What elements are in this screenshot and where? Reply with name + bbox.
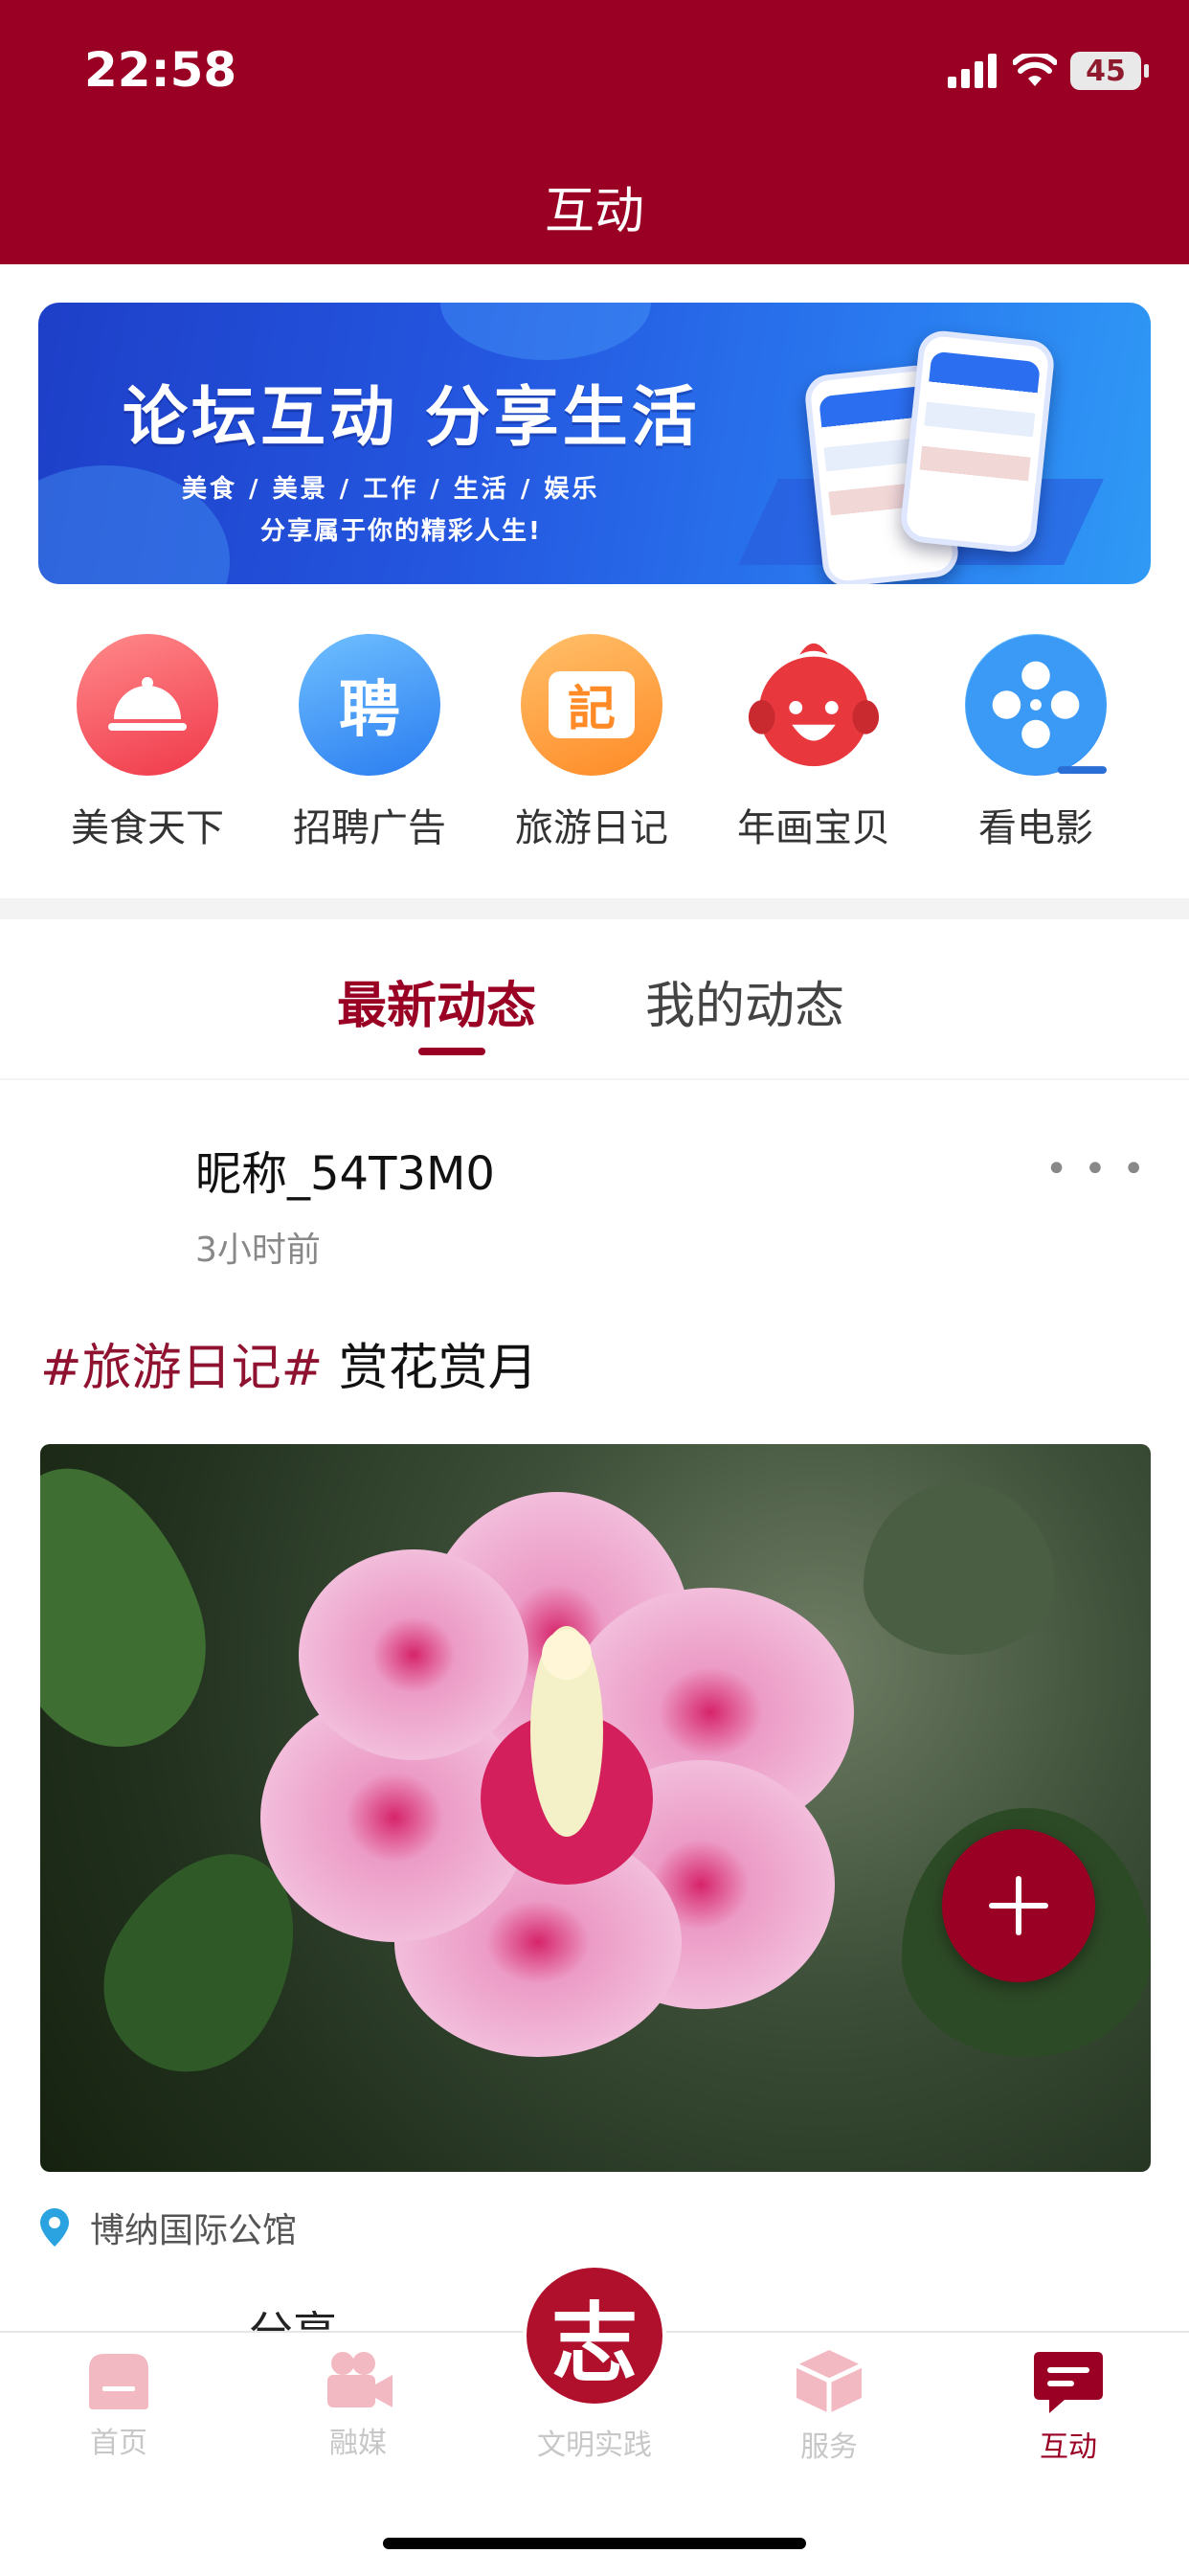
cloche-icon [77,634,218,776]
post-time: 3小时前 [195,1231,321,1270]
nav-service[interactable]: 服务 [752,2348,906,2465]
category-new-year-doll[interactable]: 年画宝贝 [718,634,909,852]
battery-icon: 45 [1070,52,1149,90]
post-location[interactable]: 博纳国际公馆 [40,2203,297,2252]
nav-label: 融媒 [329,2427,387,2460]
nav-label: 首页 [90,2427,147,2460]
category-label: 年画宝贝 [737,806,890,850]
feed-divider [0,1078,1189,1080]
post-text: 赏花赏月 [323,1340,538,1397]
service-box-icon [795,2350,864,2413]
nav-civilization-practice[interactable]: 志 [523,2264,666,2407]
category-label: 招聘广告 [293,806,446,850]
page-title: 互动 [544,183,644,240]
location-pin-icon [40,2208,69,2247]
wifi-icon [1013,54,1057,86]
banner-slogan: 分享属于你的精彩人生! [260,517,542,546]
tab-mine[interactable]: 我的动态 [645,965,844,1037]
category-movie[interactable]: 看电影 [940,634,1132,852]
category-label: 看电影 [978,806,1093,850]
tab-latest[interactable]: 最新动态 [337,965,536,1037]
signal-icon [948,54,997,88]
nav-home[interactable]: 首页 [42,2348,195,2461]
travel-diary-icon: 記 [521,634,662,776]
location-text: 博纳国际公馆 [90,2211,298,2250]
recruit-icon: 聘 [299,634,440,776]
banner-title: 论坛互动 分享生活 [123,380,701,456]
category-label: 美食天下 [71,806,224,850]
category-travel-diary[interactable]: 記 旅游日记 [496,634,687,852]
new-year-doll-icon [743,634,885,776]
post-hashtag[interactable]: #旅游日记# [40,1340,323,1397]
flower-image [260,1492,854,2057]
film-reel-icon [965,634,1107,776]
chat-icon [1034,2352,1103,2413]
home-indicator [383,2538,806,2549]
section-divider [0,898,1189,919]
status-time: 22:58 [84,42,237,98]
nav-media[interactable]: 融媒 [281,2348,435,2461]
category-recruit[interactable]: 聘 招聘广告 [274,634,465,852]
phone-illustration [898,328,1057,554]
more-options-icon[interactable]: • • • [1045,1147,1147,1191]
plus-icon [989,1876,1048,1935]
banner-subtitle: 美食 / 美景 / 工作 / 生活 / 娱乐 [182,475,600,504]
zhi-logo-icon: 志 [527,2268,662,2404]
nav-label: 文明实践 [537,2429,652,2462]
tab-active-indicator [418,1048,485,1055]
post-nickname[interactable]: 昵称_54T3M0 [195,1136,495,1203]
nav-interaction[interactable]: 互动 [992,2348,1145,2465]
promo-banner[interactable]: 论坛互动 分享生活 美食 / 美景 / 工作 / 生活 / 娱乐 分享属于你的精… [38,303,1151,584]
nav-label: 互动 [1040,2430,1097,2464]
video-camera-icon [327,2352,393,2407]
home-icon [89,2354,148,2409]
post-content: #旅游日记# 赏花赏月 [40,1327,538,1399]
category-food[interactable]: 美食天下 [52,634,243,852]
category-label: 旅游日记 [515,806,668,850]
add-post-button[interactable] [942,1829,1095,1982]
nav-label: 服务 [800,2430,858,2464]
post-photo[interactable] [40,1444,1151,2172]
status-icons: 45 [948,48,1149,94]
